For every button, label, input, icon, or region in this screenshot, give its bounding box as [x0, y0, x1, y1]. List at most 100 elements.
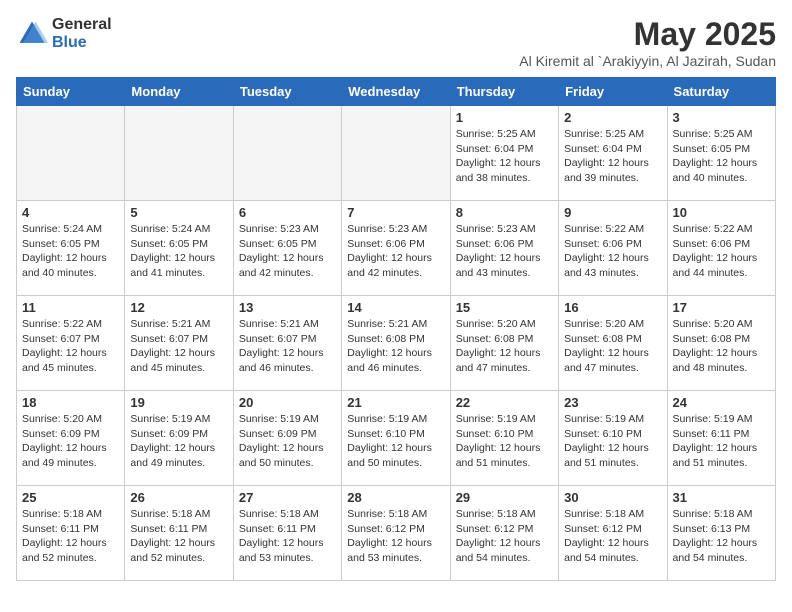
calendar-cell: 30 Sunrise: 5:18 AM Sunset: 6:12 PM Dayli…	[559, 486, 667, 581]
calendar-cell: 23 Sunrise: 5:19 AM Sunset: 6:10 PM Dayli…	[559, 391, 667, 486]
calendar-cell: 14Sunrise: 5:21 AM Sunset: 6:08 PM Dayli…	[342, 296, 450, 391]
day-number: 22	[456, 395, 553, 410]
month-title: May 2025	[519, 16, 776, 53]
calendar-cell: 31 Sunrise: 5:18 AM Sunset: 6:13 PM Dayli…	[667, 486, 775, 581]
subtitle: Al Kiremit al `Arakiyyin, Al Jazirah, Su…	[519, 53, 776, 69]
weekday-row: SundayMondayTuesdayWednesdayThursdayFrid…	[17, 78, 776, 106]
calendar-cell: 17Sunrise: 5:20 AM Sunset: 6:08 PM Dayli…	[667, 296, 775, 391]
calendar-cell: 5 Sunrise: 5:24 AM Sunset: 6:05 PM Daylig…	[125, 201, 233, 296]
day-info: Sunrise: 5:19 AM Sunset: 6:10 PM Dayligh…	[564, 412, 661, 471]
week-row-5: 25Sunrise: 5:18 AM Sunset: 6:11 PM Dayli…	[17, 486, 776, 581]
day-info: Sunrise: 5:20 AM Sunset: 6:09 PM Dayligh…	[22, 412, 119, 471]
day-info: Sunrise: 5:21 AM Sunset: 6:08 PM Dayligh…	[347, 317, 444, 376]
day-info: Sunrise: 5:18 AM Sunset: 6:12 PM Dayligh…	[456, 507, 553, 566]
day-number: 29	[456, 490, 553, 505]
calendar-cell: 28 Sunrise: 5:18 AM Sunset: 6:12 PM Dayli…	[342, 486, 450, 581]
calendar-cell: 25Sunrise: 5:18 AM Sunset: 6:11 PM Dayli…	[17, 486, 125, 581]
day-number: 23	[564, 395, 661, 410]
day-number: 28	[347, 490, 444, 505]
calendar-cell: 6Sunrise: 5:23 AM Sunset: 6:05 PM Daylig…	[233, 201, 341, 296]
calendar-cell	[233, 106, 341, 201]
day-info: Sunrise: 5:24 AM Sunset: 6:05 PM Dayligh…	[22, 222, 119, 281]
day-info: Sunrise: 5:25 AM Sunset: 6:05 PM Dayligh…	[673, 127, 770, 186]
day-info: Sunrise: 5:19 AM Sunset: 6:11 PM Dayligh…	[673, 412, 770, 471]
calendar-cell	[125, 106, 233, 201]
calendar-cell: 15 Sunrise: 5:20 AM Sunset: 6:08 PM Dayli…	[450, 296, 558, 391]
day-info: Sunrise: 5:19 AM Sunset: 6:09 PM Dayligh…	[130, 412, 227, 471]
weekday-header-friday: Friday	[559, 78, 667, 106]
day-info: Sunrise: 5:22 AM Sunset: 6:07 PM Dayligh…	[22, 317, 119, 376]
calendar-cell: 22 Sunrise: 5:19 AM Sunset: 6:10 PM Dayli…	[450, 391, 558, 486]
header: General Blue May 2025 Al Kiremit al `Ara…	[16, 16, 776, 69]
calendar-cell: 13 Sunrise: 5:21 AM Sunset: 6:07 PM Dayli…	[233, 296, 341, 391]
day-info: Sunrise: 5:20 AM Sunset: 6:08 PM Dayligh…	[456, 317, 553, 376]
logo-icon	[16, 18, 48, 50]
day-number: 15	[456, 300, 553, 315]
day-info: Sunrise: 5:19 AM Sunset: 6:09 PM Dayligh…	[239, 412, 336, 471]
day-info: Sunrise: 5:25 AM Sunset: 6:04 PM Dayligh…	[564, 127, 661, 186]
calendar-cell: 9 Sunrise: 5:22 AM Sunset: 6:06 PM Daylig…	[559, 201, 667, 296]
calendar-header: SundayMondayTuesdayWednesdayThursdayFrid…	[17, 78, 776, 106]
day-info: Sunrise: 5:20 AM Sunset: 6:08 PM Dayligh…	[673, 317, 770, 376]
calendar-cell: 18 Sunrise: 5:20 AM Sunset: 6:09 PM Dayli…	[17, 391, 125, 486]
week-row-1: 1Sunrise: 5:25 AM Sunset: 6:04 PM Daylig…	[17, 106, 776, 201]
day-number: 30	[564, 490, 661, 505]
day-info: Sunrise: 5:18 AM Sunset: 6:12 PM Dayligh…	[564, 507, 661, 566]
calendar-cell: 16Sunrise: 5:20 AM Sunset: 6:08 PM Dayli…	[559, 296, 667, 391]
week-row-4: 18 Sunrise: 5:20 AM Sunset: 6:09 PM Dayli…	[17, 391, 776, 486]
weekday-header-monday: Monday	[125, 78, 233, 106]
day-number: 7	[347, 205, 444, 220]
day-info: Sunrise: 5:18 AM Sunset: 6:11 PM Dayligh…	[130, 507, 227, 566]
day-number: 12	[130, 300, 227, 315]
day-number: 27	[239, 490, 336, 505]
day-number: 8	[456, 205, 553, 220]
day-info: Sunrise: 5:19 AM Sunset: 6:10 PM Dayligh…	[456, 412, 553, 471]
day-number: 21	[347, 395, 444, 410]
calendar-cell: 10 Sunrise: 5:22 AM Sunset: 6:06 PM Dayli…	[667, 201, 775, 296]
calendar-cell: 26 Sunrise: 5:18 AM Sunset: 6:11 PM Dayli…	[125, 486, 233, 581]
calendar-cell: 7 Sunrise: 5:23 AM Sunset: 6:06 PM Daylig…	[342, 201, 450, 296]
calendar-cell	[17, 106, 125, 201]
day-number: 13	[239, 300, 336, 315]
day-number: 5	[130, 205, 227, 220]
day-info: Sunrise: 5:18 AM Sunset: 6:12 PM Dayligh…	[347, 507, 444, 566]
calendar-cell: 24Sunrise: 5:19 AM Sunset: 6:11 PM Dayli…	[667, 391, 775, 486]
calendar-cell: 8Sunrise: 5:23 AM Sunset: 6:06 PM Daylig…	[450, 201, 558, 296]
day-info: Sunrise: 5:18 AM Sunset: 6:11 PM Dayligh…	[22, 507, 119, 566]
day-number: 10	[673, 205, 770, 220]
calendar-body: 1Sunrise: 5:25 AM Sunset: 6:04 PM Daylig…	[17, 106, 776, 581]
week-row-3: 11 Sunrise: 5:22 AM Sunset: 6:07 PM Dayli…	[17, 296, 776, 391]
calendar-cell: 19 Sunrise: 5:19 AM Sunset: 6:09 PM Dayli…	[125, 391, 233, 486]
day-number: 11	[22, 300, 119, 315]
week-row-2: 4Sunrise: 5:24 AM Sunset: 6:05 PM Daylig…	[17, 201, 776, 296]
day-info: Sunrise: 5:21 AM Sunset: 6:07 PM Dayligh…	[239, 317, 336, 376]
day-number: 20	[239, 395, 336, 410]
day-info: Sunrise: 5:21 AM Sunset: 6:07 PM Dayligh…	[130, 317, 227, 376]
day-number: 31	[673, 490, 770, 505]
day-info: Sunrise: 5:18 AM Sunset: 6:13 PM Dayligh…	[673, 507, 770, 566]
logo: General Blue	[16, 16, 112, 51]
day-number: 2	[564, 110, 661, 125]
day-number: 18	[22, 395, 119, 410]
day-info: Sunrise: 5:23 AM Sunset: 6:06 PM Dayligh…	[347, 222, 444, 281]
calendar-cell: 20 Sunrise: 5:19 AM Sunset: 6:09 PM Dayli…	[233, 391, 341, 486]
weekday-header-wednesday: Wednesday	[342, 78, 450, 106]
weekday-header-sunday: Sunday	[17, 78, 125, 106]
day-info: Sunrise: 5:22 AM Sunset: 6:06 PM Dayligh…	[564, 222, 661, 281]
day-info: Sunrise: 5:23 AM Sunset: 6:05 PM Dayligh…	[239, 222, 336, 281]
calendar-cell: 11 Sunrise: 5:22 AM Sunset: 6:07 PM Dayli…	[17, 296, 125, 391]
weekday-header-thursday: Thursday	[450, 78, 558, 106]
calendar-cell: 4Sunrise: 5:24 AM Sunset: 6:05 PM Daylig…	[17, 201, 125, 296]
calendar-cell	[342, 106, 450, 201]
logo-general-text: General	[52, 16, 112, 34]
logo-blue-text: Blue	[52, 34, 112, 52]
day-number: 9	[564, 205, 661, 220]
weekday-header-tuesday: Tuesday	[233, 78, 341, 106]
calendar-cell: 1Sunrise: 5:25 AM Sunset: 6:04 PM Daylig…	[450, 106, 558, 201]
title-area: May 2025 Al Kiremit al `Arakiyyin, Al Ja…	[519, 16, 776, 69]
day-info: Sunrise: 5:24 AM Sunset: 6:05 PM Dayligh…	[130, 222, 227, 281]
day-number: 26	[130, 490, 227, 505]
day-number: 19	[130, 395, 227, 410]
day-info: Sunrise: 5:22 AM Sunset: 6:06 PM Dayligh…	[673, 222, 770, 281]
calendar-cell: 27Sunrise: 5:18 AM Sunset: 6:11 PM Dayli…	[233, 486, 341, 581]
